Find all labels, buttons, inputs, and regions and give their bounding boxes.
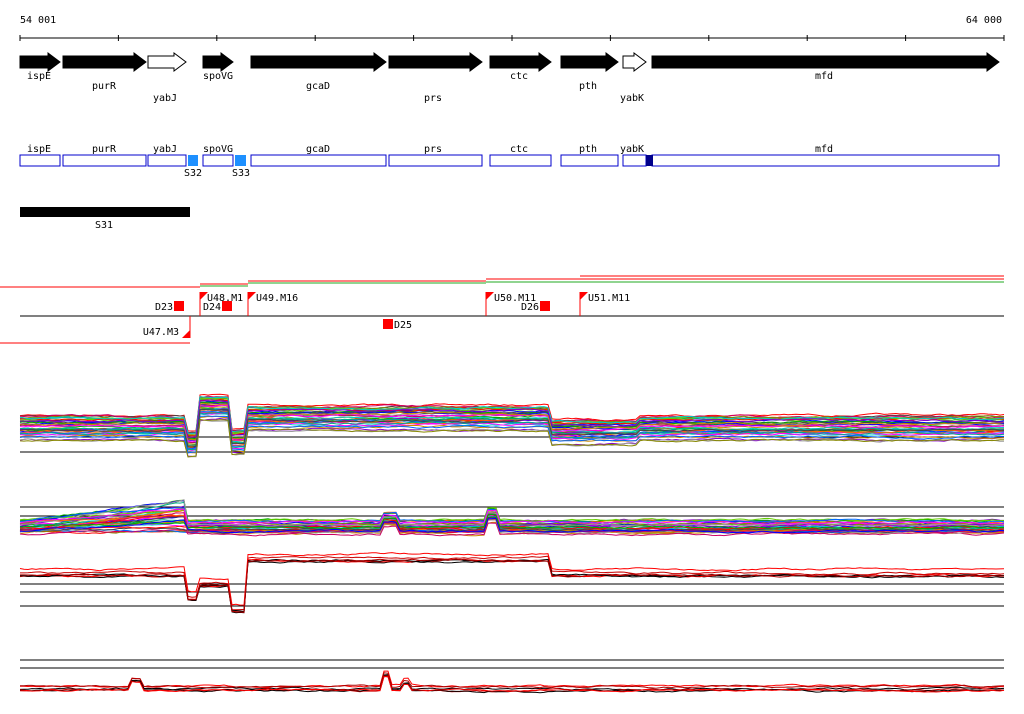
coordinate-start: 54 001 <box>20 15 56 26</box>
gene-box[interactable] <box>202 154 234 167</box>
site-label: S32 <box>184 168 202 179</box>
gene-box-label: ispE <box>27 144 51 155</box>
upstream-markers: U48.M1 U49.M16 U50.M11 U51.M11 U47.M3 <box>143 292 630 338</box>
gene-box[interactable] <box>388 154 483 167</box>
gene-box[interactable] <box>62 154 147 167</box>
gene-arrow[interactable] <box>250 52 387 72</box>
gene-labels: ispE purR yabJ spoVG gcaD prs ctc pth yabK mfd <box>27 71 833 104</box>
gene-label: ispE <box>27 71 51 82</box>
gene-box[interactable] <box>250 154 387 167</box>
gene-label: pth <box>579 81 597 92</box>
expression-trace <box>19 558 1005 613</box>
region-bar[interactable] <box>20 207 190 217</box>
marker-flag[interactable] <box>248 292 256 300</box>
region-track: S31 <box>20 207 190 231</box>
marker-label: D23 <box>155 302 173 313</box>
marker-flag[interactable] <box>486 292 494 300</box>
marker-label: U51.M11 <box>588 293 630 304</box>
gene-label: ctc <box>510 71 528 82</box>
gene-box-label: ctc <box>510 144 528 155</box>
gene-box[interactable] <box>489 154 552 167</box>
gene-box-label: prs <box>424 144 442 155</box>
gene-arrow[interactable] <box>388 52 483 72</box>
gene-box-label: yabK <box>620 144 644 155</box>
coordinate-end: 64 000 <box>966 15 1002 26</box>
expression-panel-summary <box>19 552 1005 614</box>
expression-panel-bottom <box>19 659 1005 694</box>
gene-arrow[interactable] <box>147 52 187 72</box>
down-marker[interactable] <box>222 301 232 311</box>
marker-flag[interactable] <box>580 292 588 300</box>
region-label: S31 <box>95 220 113 231</box>
down-marker[interactable] <box>540 301 550 311</box>
gene-label: mfd <box>815 71 833 82</box>
site-label: S33 <box>232 168 250 179</box>
gene-label: prs <box>424 93 442 104</box>
coordinate-ruler: 54 001 64 000 <box>19 15 1005 41</box>
gene-arrow[interactable] <box>489 52 552 72</box>
gene-label: yabJ <box>153 93 177 104</box>
down-marker[interactable] <box>383 319 393 329</box>
genome-browser-view: 54 001 64 000 ispE purR yabJ spoVG gcaD prs ct… <box>0 15 1005 694</box>
gene-arrow[interactable] <box>62 52 147 72</box>
site-box[interactable] <box>646 155 653 166</box>
marker-label: U49.M16 <box>256 293 298 304</box>
gene-arrow[interactable] <box>651 52 1000 72</box>
gene-arrow[interactable] <box>560 52 619 72</box>
gene-box-label: pth <box>579 144 597 155</box>
gene-box-label: gcaD <box>306 144 330 155</box>
gene-label: purR <box>92 81 117 92</box>
gene-arrow[interactable] <box>622 52 647 72</box>
down-marker[interactable] <box>174 301 184 311</box>
gene-label: spoVG <box>203 71 233 82</box>
expression-trace <box>20 672 1005 689</box>
gene-box[interactable] <box>622 154 647 167</box>
gene-box-label: mfd <box>815 144 833 155</box>
gene-box[interactable] <box>147 154 187 167</box>
expression-trace <box>19 558 1005 613</box>
site-box[interactable] <box>188 155 198 166</box>
gene-arrow[interactable] <box>19 52 61 72</box>
gene-box-track: ispE purR yabJ spoVG gcaD prs ctc pth yabK mfd <box>19 144 1000 167</box>
gene-box-label: purR <box>92 144 117 155</box>
gene-box[interactable] <box>560 154 619 167</box>
expression-trace <box>20 558 1005 613</box>
expression-panel-variable <box>19 499 1005 537</box>
expression-panel-conditions <box>19 393 1005 458</box>
expression-trace <box>20 555 1005 611</box>
marker-label: D26 <box>521 302 539 313</box>
gene-box[interactable] <box>19 154 61 167</box>
expression-trace <box>19 674 1005 691</box>
site-markers: S32 S33 <box>184 155 653 179</box>
gene-box-label: yabJ <box>153 144 177 155</box>
gene-box[interactable] <box>651 154 1000 167</box>
gene-box-label: spoVG <box>203 144 233 155</box>
marker-label: D25 <box>394 320 412 331</box>
marker-label: D24 <box>203 302 221 313</box>
gene-arrow[interactable] <box>202 52 234 72</box>
marker-label: U47.M3 <box>143 327 179 338</box>
marker-flag[interactable] <box>182 330 190 338</box>
gene-label: yabK <box>620 93 644 104</box>
gene-track <box>19 52 1000 72</box>
site-box[interactable] <box>235 155 246 166</box>
gene-label: gcaD <box>306 81 330 92</box>
